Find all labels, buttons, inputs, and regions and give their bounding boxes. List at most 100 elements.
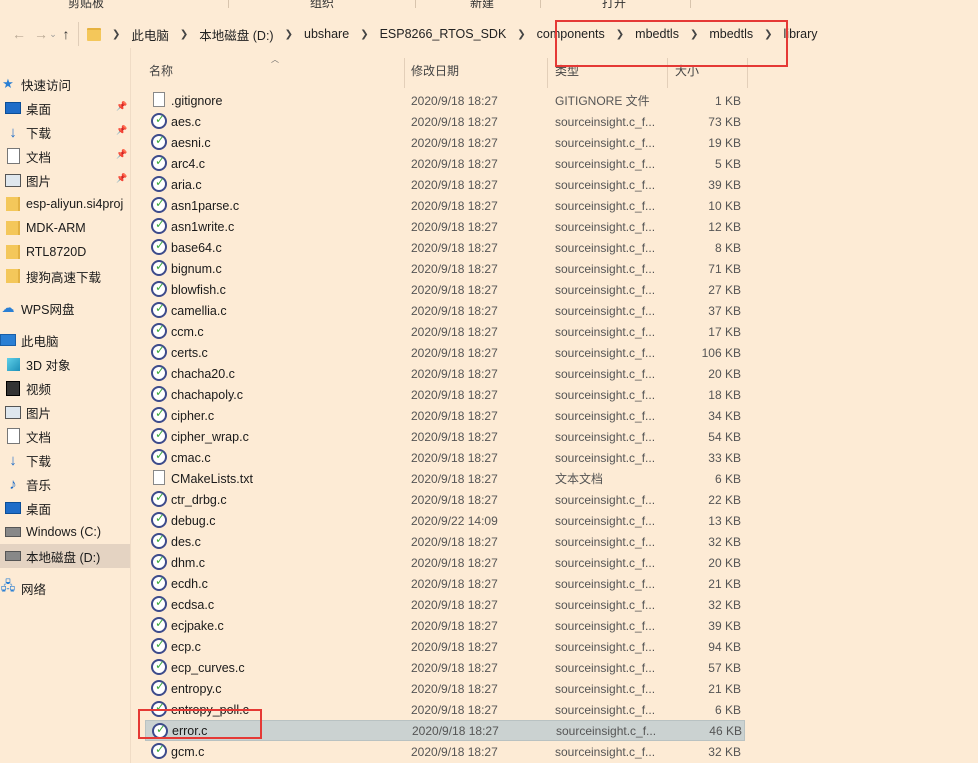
chevron-right-icon[interactable]: ❯ [285,29,293,40]
sourceinsight-icon [151,532,167,549]
breadcrumb-esp8266-sdk[interactable]: ESP8266_RTOS_SDK [380,27,507,41]
file-row[interactable]: blowfish.c 2020/9/18 18:27 sourceinsight.c… [145,279,745,300]
file-name: bignum.c [171,261,222,276]
file-row[interactable]: base64.c 2020/9/18 18:27 sourceinsight.c_f… [145,237,745,258]
file-date: 2020/9/18 18:27 [411,93,498,108]
sidebar-item-network[interactable]: 🖧 网络 [0,576,130,600]
sidebar-item-pictures-pc[interactable]: 图片 [0,400,130,424]
file-row[interactable]: ecp_curves.c 2020/9/18 18:27 sourceinsight… [145,657,745,678]
sidebar-item-sogou-download[interactable]: 搜狗高速下载 [0,264,130,288]
address-box[interactable]: ❯ 此电脑 ❯ 本地磁盘 (D:) ❯ ubshare ❯ ESP8266_RT… [78,22,978,46]
pin-icon[interactable]: 📌 [116,101,127,112]
sidebar-item-label: 下载 [26,126,52,141]
file-row[interactable]: bignum.c 2020/9/18 18:27 sourceinsight.c_f… [145,258,745,279]
column-header-name[interactable]: 名称 [149,62,173,79]
up-arrow-icon[interactable]: ↑ [57,24,75,44]
file-name: .gitignore [171,93,223,108]
sidebar-item-videos[interactable]: 视频 [0,376,130,400]
file-row[interactable]: des.c 2020/9/18 18:27 sourceinsight.c_f...… [145,531,745,552]
file-size: 22 KB [708,492,741,507]
folder-icon [5,220,21,236]
file-name: ccm.c [171,324,204,339]
sidebar-item-pictures[interactable]: 图片 📌 [0,168,130,192]
file-row[interactable]: .gitignore 2020/9/18 18:27 GITIGNORE 文件 1 K… [145,90,745,111]
file-row[interactable]: aria.c 2020/9/18 18:27 sourceinsight.c_f..… [145,174,745,195]
file-row[interactable]: cmac.c 2020/9/18 18:27 sourceinsight.c_f..… [145,447,745,468]
sidebar-item-esp-aliyun[interactable]: esp-aliyun.si4proj [0,192,130,216]
pin-icon[interactable]: 📌 [116,173,127,184]
column-divider[interactable] [404,58,405,88]
sidebar-item-downloads[interactable]: ↓ 下载 📌 [0,120,130,144]
file-size: 46 KB [709,723,742,738]
file-row[interactable]: dhm.c 2020/9/18 18:27 sourceinsight.c_f...… [145,552,745,573]
file-row[interactable]: ecdh.c 2020/9/18 18:27 sourceinsight.c_f..… [145,573,745,594]
sidebar-item-3d-objects[interactable]: 3D 对象 [0,352,130,376]
file-row[interactable]: CMakeLists.txt 2020/9/18 18:27 文本文档 6 KB [145,468,745,489]
chevron-right-icon[interactable]: ❯ [517,29,525,40]
file-row[interactable]: certs.c 2020/9/18 18:27 sourceinsight.c_f.… [145,342,745,363]
sidebar-item-label: Windows (C:) [26,525,102,539]
sidebar-item-downloads-pc[interactable]: ↓ 下载 [0,448,130,472]
file-row[interactable]: aesni.c 2020/9/18 18:27 sourceinsight.c_f.… [145,132,745,153]
sidebar-item-rtl8720d[interactable]: RTL8720D [0,240,130,264]
sidebar-item-drive-d[interactable]: 本地磁盘 (D:) [0,544,130,568]
file-type: sourceinsight.c_f... [555,639,656,654]
sidebar-item-label: RTL8720D [26,245,87,259]
file-row[interactable]: ecp.c 2020/9/18 18:27 sourceinsight.c_f...… [145,636,745,657]
file-size: 17 KB [708,324,741,339]
file-date: 2020/9/18 18:27 [411,177,498,192]
sidebar-item-drive-c[interactable]: Windows (C:) [0,520,130,544]
breadcrumb-drive-d[interactable]: 本地磁盘 (D:) [199,25,273,44]
sidebar-item-desktop-pc[interactable]: 桌面 [0,496,130,520]
file-row[interactable]: arc4.c 2020/9/18 18:27 sourceinsight.c_f..… [145,153,745,174]
file-row[interactable]: ctr_drbg.c 2020/9/18 18:27 sourceinsight.c… [145,489,745,510]
sidebar-item-label: 3D 对象 [26,358,71,373]
pin-icon[interactable]: 📌 [116,149,127,160]
document-icon [5,428,21,444]
file-row[interactable]: asn1parse.c 2020/9/18 18:27 sourceinsight.… [145,195,745,216]
column-divider[interactable] [547,58,548,88]
sidebar-item-music[interactable]: ♪ 音乐 [0,472,130,496]
file-row[interactable]: chacha20.c 2020/9/18 18:27 sourceinsight.c… [145,363,745,384]
pin-icon[interactable]: 📌 [116,125,127,136]
file-row[interactable]: debug.c 2020/9/22 14:09 sourceinsight.c_f.… [145,510,745,531]
sourceinsight-icon [151,133,167,150]
file-row[interactable]: cipher.c 2020/9/18 18:27 sourceinsight.c_f… [145,405,745,426]
file-row[interactable]: camellia.c 2020/9/18 18:27 sourceinsight.c… [145,300,745,321]
file-date: 2020/9/18 18:27 [411,240,498,255]
file-type: sourceinsight.c_f... [555,555,656,570]
column-header-date[interactable]: 修改日期 [411,62,459,79]
file-row[interactable]: ecdsa.c 2020/9/18 18:27 sourceinsight.c_f.… [145,594,745,615]
sidebar-item-desktop[interactable]: 桌面 📌 [0,96,130,120]
breadcrumb-ubshare[interactable]: ubshare [304,27,349,41]
file-row[interactable]: chachapoly.c 2020/9/18 18:27 sourceinsight… [145,384,745,405]
file-row[interactable]: entropy.c 2020/9/18 18:27 sourceinsight.c_… [145,678,745,699]
file-type: sourceinsight.c_f... [555,114,656,129]
file-row[interactable]: gcm.c 2020/9/18 18:27 sourceinsight.c_f...… [145,741,745,762]
chevron-right-icon[interactable]: ❯ [360,29,368,40]
file-row[interactable]: aes.c 2020/9/18 18:27 sourceinsight.c_f...… [145,111,745,132]
sidebar-item-label: 文档 [26,430,52,445]
breadcrumb-this-pc[interactable]: 此电脑 [131,25,169,44]
file-row[interactable]: ecjpake.c 2020/9/18 18:27 sourceinsight.c_… [145,615,745,636]
sidebar-item-this-pc[interactable]: 此电脑 [0,328,130,352]
file-name: aria.c [171,177,202,192]
sidebar-item-quick-access[interactable]: ★ 快速访问 [0,72,130,96]
breadcrumb-library[interactable]: library [784,27,818,41]
chevron-right-icon[interactable]: ❯ [112,29,120,40]
sidebar-item-documents-pc[interactable]: 文档 [0,424,130,448]
sourceinsight-icon [151,616,167,633]
sidebar-item-mdk-arm[interactable]: MDK-ARM [0,216,130,240]
sourceinsight-icon [151,448,167,465]
back-arrow-icon[interactable]: ← [10,24,28,44]
sourceinsight-icon [151,259,167,276]
file-type: sourceinsight.c_f... [555,597,656,612]
file-row[interactable]: cipher_wrap.c 2020/9/18 18:27 sourceinsigh… [145,426,745,447]
file-row[interactable]: asn1write.c 2020/9/18 18:27 sourceinsight.… [145,216,745,237]
file-row[interactable]: ccm.c 2020/9/18 18:27 sourceinsight.c_f...… [145,321,745,342]
chevron-right-icon[interactable]: ❯ [180,29,188,40]
sidebar-item-documents[interactable]: 文档 📌 [0,144,130,168]
sidebar-item-wps-drive[interactable]: ☁ WPS网盘 [0,296,130,320]
pane-divider[interactable] [130,48,131,763]
sidebar-item-label: 搜狗高速下载 [26,270,102,285]
